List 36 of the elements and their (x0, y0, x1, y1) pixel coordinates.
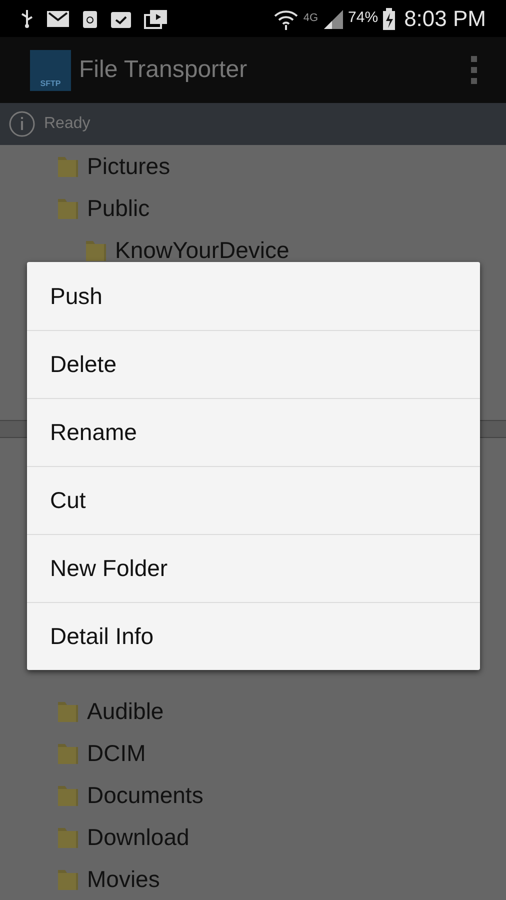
battery-percent: 74% (348, 8, 378, 28)
clipboard-icon (82, 8, 98, 28)
signal-icon (322, 8, 344, 28)
folder-icon (57, 783, 79, 807)
folder-name[interactable]: Pictures (87, 148, 170, 184)
clock: 8:03 PM (404, 5, 486, 33)
photo-stack-icon (144, 8, 168, 28)
menu-item[interactable]: New Folder (27, 534, 480, 602)
folder-icon (57, 154, 79, 178)
app-title: File Transporter (79, 55, 248, 85)
mail-icon (46, 10, 70, 28)
menu-item[interactable]: Rename (27, 398, 480, 466)
usb-icon (20, 8, 34, 28)
info-icon (8, 110, 36, 138)
menu-item[interactable]: Cut (27, 466, 480, 534)
menu-item[interactable]: Delete (27, 330, 480, 398)
overflow-menu-icon[interactable] (470, 55, 478, 85)
network-type: 4G (303, 11, 318, 26)
folder-name[interactable]: DCIM (87, 736, 146, 770)
folder-name[interactable]: Movies (87, 862, 160, 896)
menu-item[interactable]: Detail Info (27, 602, 480, 670)
folder-name[interactable]: Audible (87, 694, 164, 728)
battery-charging-icon (382, 8, 396, 30)
folder-name[interactable]: Public (87, 190, 150, 226)
folder-icon (57, 699, 79, 723)
wifi-icon (273, 8, 300, 30)
logo-text: SFTP (40, 80, 61, 88)
folder-icon (57, 867, 79, 891)
folder-icon (57, 741, 79, 765)
folder-icon (85, 238, 107, 262)
folder-name[interactable]: Download (87, 820, 190, 854)
folder-icon (57, 825, 79, 849)
menu-item[interactable]: Push (27, 262, 480, 330)
status-text: Ready (44, 114, 90, 134)
folder-name[interactable]: Documents (87, 778, 204, 812)
folder-icon (57, 196, 79, 220)
